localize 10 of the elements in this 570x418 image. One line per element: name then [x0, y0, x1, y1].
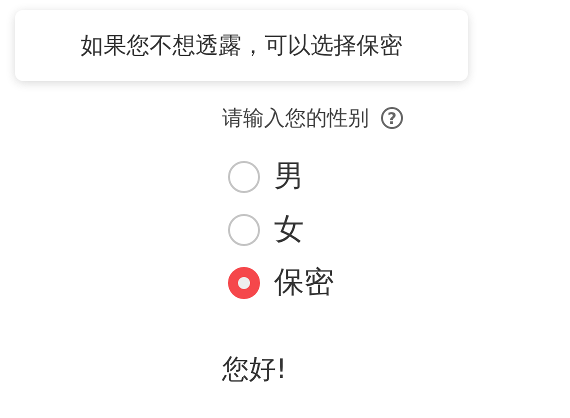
radio-button[interactable] — [228, 160, 260, 192]
radio-button[interactable] — [228, 266, 260, 298]
radio-option[interactable]: 女 — [222, 211, 304, 248]
field-label: 请输入您的性别 — [222, 105, 369, 132]
radio-button[interactable] — [228, 214, 260, 246]
radio-option[interactable]: 保密 — [222, 264, 334, 301]
radio-option[interactable]: 男 — [222, 158, 304, 195]
tooltip: 如果您不想透露，可以选择保密 — [15, 10, 468, 81]
greeting-text: 您好! — [222, 353, 288, 387]
help-icon[interactable]: ? — [381, 107, 403, 129]
